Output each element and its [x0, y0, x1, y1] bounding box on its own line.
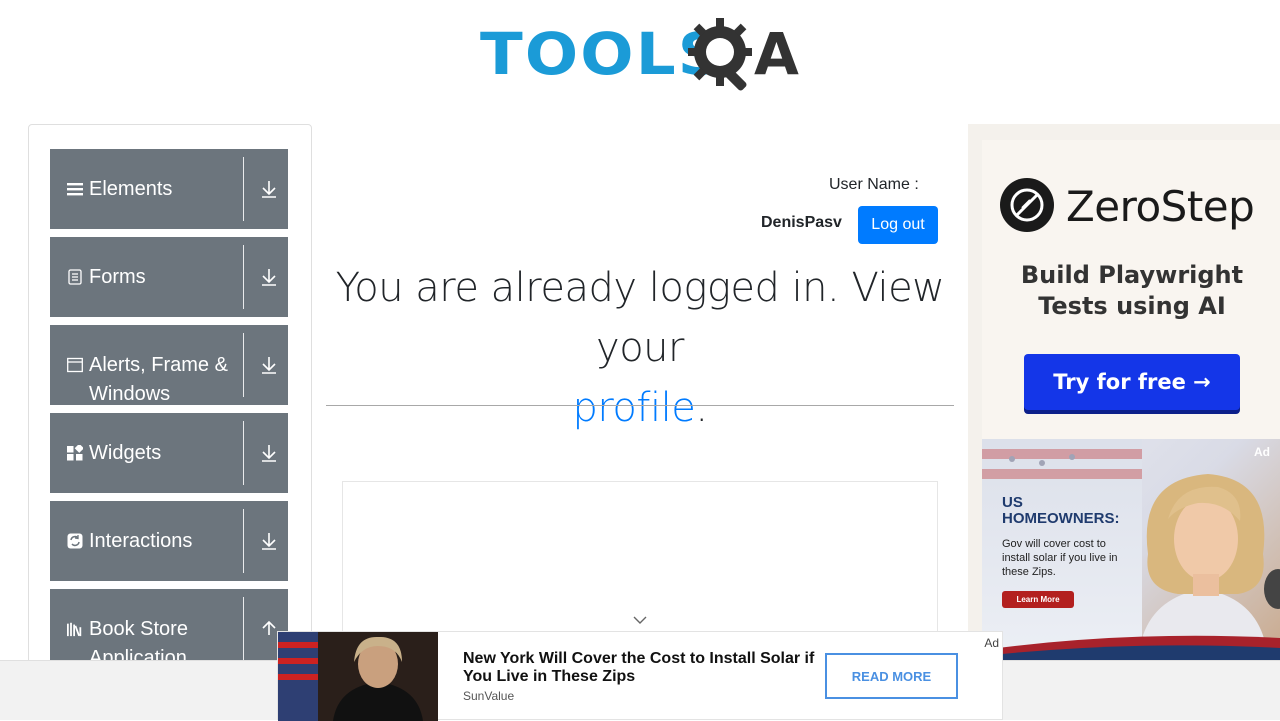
ad-badge: Ad	[984, 636, 999, 650]
sidebar-group-label: Widgets	[89, 442, 162, 464]
divider	[243, 509, 244, 573]
upload-icon[interactable]	[260, 619, 278, 639]
read-more-button[interactable]: READ MORE	[825, 653, 958, 699]
sidebar-group-label: Interactions	[89, 530, 193, 552]
chevron-down-icon[interactable]	[632, 614, 648, 626]
window-icon	[67, 357, 83, 373]
sidebar-group-alerts[interactable]: Alerts, Frame & Windows	[50, 325, 288, 405]
solar-heading: US HOMEOWNERS:	[1002, 494, 1120, 527]
divider	[243, 157, 244, 221]
books-icon	[67, 622, 82, 637]
user-name-value: DenisPasv	[761, 214, 842, 231]
download-icon[interactable]	[260, 531, 278, 551]
sidebar-group-elements[interactable]: Elements	[50, 149, 288, 229]
right-advertisement[interactable]: ZeroStep Build Playwright Tests using AI…	[968, 124, 1280, 660]
learn-more-button[interactable]: Learn More	[1002, 591, 1074, 608]
decorative-swoosh	[982, 635, 1280, 660]
download-icon[interactable]	[260, 443, 278, 463]
refresh-icon	[67, 533, 83, 549]
message-suffix: .	[695, 385, 708, 431]
gear-magnifier-icon	[688, 18, 752, 91]
bottom-ad-headline[interactable]: New York Will Cover the Cost to Install …	[463, 650, 823, 686]
divider	[243, 597, 244, 661]
divider	[243, 421, 244, 485]
sidebar-group-label: Alerts, Frame & Windows	[89, 354, 228, 405]
sidebar-group-label: Forms	[89, 266, 146, 288]
hamburger-icon	[67, 183, 83, 196]
sidebar-group-forms[interactable]: Forms	[50, 237, 288, 317]
sidebar-group-interactions[interactable]: Interactions	[50, 501, 288, 581]
zerostep-tagline: Build Playwright Tests using AI	[1020, 261, 1244, 320]
divider	[326, 405, 954, 406]
try-for-free-button[interactable]: Try for free →	[1024, 354, 1240, 410]
judge-photo-image	[278, 632, 438, 721]
logo-letter: A	[754, 20, 799, 88]
bottom-advertisement[interactable]: New York Will Cover the Cost to Install …	[277, 631, 1003, 721]
download-icon[interactable]	[260, 355, 278, 375]
sidebar-group-book-store[interactable]: Book Store Application	[50, 589, 288, 669]
site-logo[interactable]: TOOLS A	[480, 14, 810, 94]
user-name-label: User Name :	[829, 176, 919, 193]
bottom-ad-source: SunValue	[463, 689, 515, 703]
divider	[243, 333, 244, 397]
logged-in-message: You are already logged in. View your pro…	[326, 258, 954, 438]
download-icon[interactable]	[260, 267, 278, 287]
widgets-icon	[67, 445, 83, 461]
profile-link[interactable]: profile	[572, 385, 695, 431]
ad-badge: Ad	[1254, 445, 1270, 459]
download-icon[interactable]	[260, 179, 278, 199]
zerostep-ad[interactable]: ZeroStep Build Playwright Tests using AI…	[982, 140, 1280, 440]
document-icon	[68, 269, 82, 285]
solar-ad[interactable]: US HOMEOWNERS: Gov will cover cost to in…	[982, 439, 1280, 660]
sidebar: Elements Forms Alerts, Frame & Windows W…	[28, 124, 312, 684]
sidebar-group-label: Elements	[89, 178, 173, 200]
zerostep-brand: ZeroStep	[1066, 182, 1255, 231]
sidebar-group-widgets[interactable]: Widgets	[50, 413, 288, 493]
logout-button[interactable]: Log out	[858, 206, 938, 244]
zerostep-logo-icon	[1000, 178, 1054, 232]
divider	[243, 245, 244, 309]
solar-text: Gov will cover cost to install solar if …	[1002, 538, 1118, 578]
message-text: You are already logged in. View your	[335, 265, 945, 371]
